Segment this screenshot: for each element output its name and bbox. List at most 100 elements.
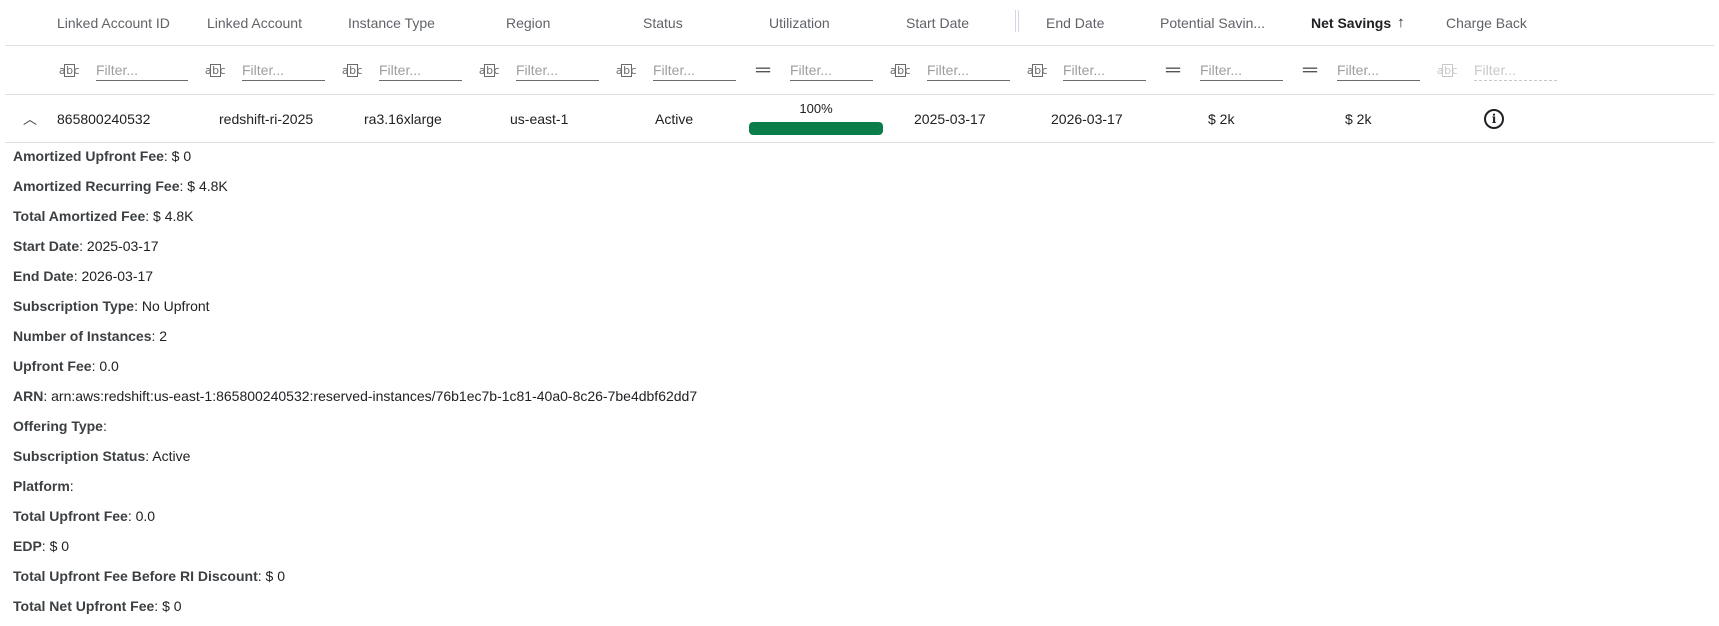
chevron-up-icon: ︿	[23, 110, 37, 127]
filter-input-charge-back	[1474, 60, 1557, 81]
row-details-panel: Amortized Upfront Fee: $ 0 Amortized Recu…	[13, 141, 697, 621]
detail-separator: :	[154, 598, 163, 614]
column-header-region[interactable]: Region	[506, 0, 550, 45]
column-header-net-savings[interactable]: Net Savings ↑	[1311, 0, 1405, 45]
detail-line: Subscription Status: Active	[13, 441, 697, 471]
filter-type-text-icon[interactable]: abc	[204, 46, 226, 94]
detail-key: End Date	[13, 268, 74, 284]
filter-type-text-icon[interactable]: abc	[341, 46, 363, 94]
detail-line: EDP: $ 0	[13, 531, 697, 561]
column-header-label: Linked Account ID	[57, 14, 170, 31]
cell-start-date: 2025-03-17	[914, 110, 986, 127]
filter-input-utilization[interactable]	[790, 60, 873, 81]
reserved-instances-grid: Linked Account ID Linked Account Instanc…	[0, 0, 1719, 614]
filter-type-text-icon[interactable]: abc	[889, 46, 911, 94]
column-header-label: Start Date	[906, 14, 970, 31]
column-header-label: Charge Back	[1446, 14, 1527, 31]
utilization-bar-fill	[749, 122, 883, 135]
detail-separator: :	[163, 148, 172, 164]
detail-value: Active	[152, 448, 191, 464]
column-header-linked-account[interactable]: Linked Account	[207, 0, 302, 45]
grid-header-row: Linked Account ID Linked Account Instanc…	[5, 0, 1714, 46]
detail-separator: :	[102, 418, 107, 434]
detail-key: EDP	[13, 538, 42, 554]
sort-ascending-icon[interactable]: ↑	[1397, 14, 1405, 31]
detail-line: Total Upfront Fee: 0.0	[13, 501, 697, 531]
detail-line: Offering Type:	[13, 411, 697, 441]
detail-value: $ 0	[265, 568, 285, 584]
column-header-label: Instance Type	[348, 14, 435, 31]
detail-key: Total Amortized Fee	[13, 208, 146, 224]
filter-type-text-icon[interactable]: abc	[1026, 46, 1048, 94]
filter-input-potential-savings[interactable]	[1200, 60, 1283, 81]
detail-key: ARN	[13, 388, 44, 404]
filter-input-start-date[interactable]	[927, 60, 1010, 81]
detail-key: Upfront Fee	[13, 358, 92, 374]
detail-line: Start Date: 2025-03-17	[13, 231, 697, 261]
column-header-label: Linked Account	[207, 14, 302, 31]
detail-separator: :	[69, 478, 74, 494]
column-header-linked-account-id[interactable]: Linked Account ID	[57, 0, 170, 45]
filter-input-linked-account[interactable]	[242, 60, 325, 81]
cell-utilization: 100%	[749, 101, 883, 135]
detail-line: Amortized Upfront Fee: $ 0	[13, 141, 697, 171]
detail-key: Subscription Status	[13, 448, 146, 464]
table-row[interactable]: ︿ 865800240532 redshift-ri-2025 ra3.16xl…	[5, 95, 1714, 143]
detail-value: 0.0	[99, 358, 119, 374]
detail-separator: :	[79, 238, 87, 254]
filter-input-status[interactable]	[653, 60, 736, 81]
detail-key: Amortized Upfront Fee	[13, 148, 164, 164]
detail-key: Total Upfront Fee Before RI Discount	[13, 568, 258, 584]
column-resize-handle[interactable]	[1015, 10, 1019, 32]
detail-separator: :	[145, 208, 154, 224]
detail-separator: :	[257, 568, 266, 584]
cell-linked-account: redshift-ri-2025	[219, 110, 314, 127]
column-header-status[interactable]: Status	[643, 0, 683, 45]
detail-value: 0.0	[135, 508, 156, 524]
detail-line: Amortized Recurring Fee: $ 4.8K	[13, 171, 697, 201]
filter-input-net-savings[interactable]	[1337, 60, 1420, 81]
column-header-end-date[interactable]: End Date	[1046, 0, 1104, 45]
detail-line: Number of Instances: 2	[13, 321, 697, 351]
info-icon[interactable]: i	[1484, 108, 1504, 129]
detail-line: ARN: arn:aws:redshift:us-east-1:86580024…	[13, 381, 697, 411]
filter-type-text-icon[interactable]: abc	[615, 46, 637, 94]
filter-input-region[interactable]	[516, 60, 599, 81]
cell-charge-back: i	[1484, 95, 1504, 142]
filter-type-number-icon[interactable]: ═	[752, 46, 774, 94]
cell-potential-savings: $ 2k	[1208, 110, 1235, 127]
cell-linked-account-id: 865800240532	[57, 110, 151, 127]
cell-end-date: 2026-03-17	[1051, 110, 1123, 127]
column-header-start-date[interactable]: Start Date	[906, 0, 969, 45]
detail-separator: :	[43, 388, 52, 404]
column-header-utilization[interactable]: Utilization	[769, 0, 830, 45]
detail-value: $ 0	[49, 538, 70, 554]
detail-value: $ 4.8K	[187, 178, 228, 194]
column-header-label: Status	[643, 14, 683, 31]
filter-type-text-icon: abc	[1436, 63, 1458, 77]
detail-key: Platform	[13, 478, 70, 494]
filter-type-text-icon[interactable]: abc	[478, 46, 500, 94]
filter-type-number-icon[interactable]: ═	[1162, 46, 1184, 94]
utilization-label: 100%	[799, 101, 833, 116]
detail-value: No Upfront	[141, 298, 210, 314]
column-header-instance-type[interactable]: Instance Type	[348, 0, 435, 45]
detail-value: $ 4.8K	[153, 208, 194, 224]
filter-type-number-icon[interactable]: ═	[1299, 46, 1321, 94]
column-header-label: Region	[506, 14, 551, 31]
column-header-charge-back[interactable]: Charge Back	[1446, 0, 1527, 45]
collapse-row-button[interactable]: ︿	[23, 95, 37, 142]
filter-input-instance-type[interactable]	[379, 60, 462, 81]
detail-key: Total Net Upfront Fee	[13, 598, 155, 614]
detail-separator: :	[127, 508, 136, 524]
column-header-label: Utilization	[769, 14, 830, 31]
filter-input-end-date[interactable]	[1063, 60, 1146, 81]
cell-status: Active	[655, 110, 694, 127]
grid-filter-row: abc abc abc abc abc ═ abc abc ═ ═ abc	[5, 46, 1714, 95]
filter-type-text-icon[interactable]: abc	[58, 46, 80, 94]
detail-key: Start Date	[13, 238, 80, 254]
column-header-potential-savings[interactable]: Potential Savin...	[1160, 0, 1265, 45]
detail-value: 2026-03-17	[81, 268, 154, 284]
filter-input-linked-account-id[interactable]	[96, 60, 188, 81]
detail-line: Total Net Upfront Fee: $ 0	[13, 591, 697, 621]
